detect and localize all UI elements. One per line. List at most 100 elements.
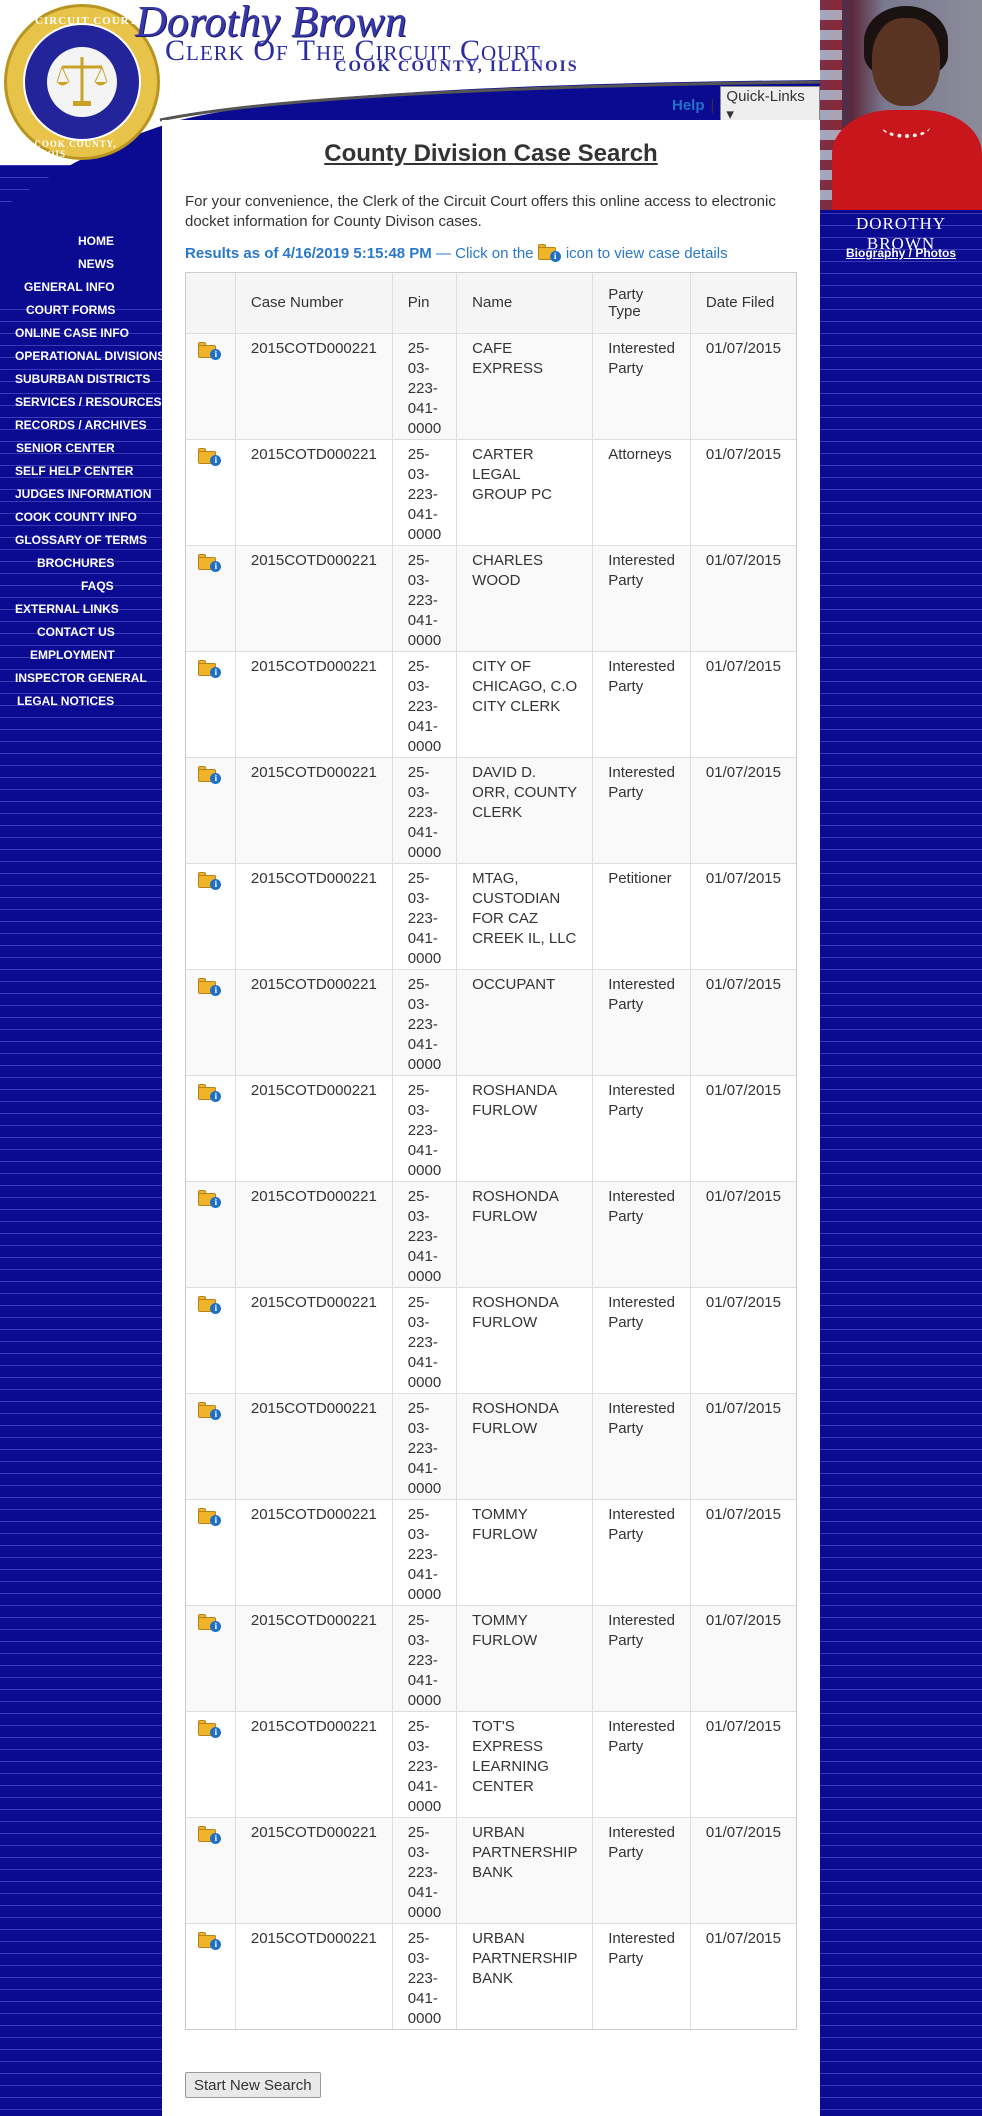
pin-cell: 25- 03- 223- 041- 0000 bbox=[391, 756, 457, 863]
nav-cook-county-info[interactable]: COOK COUNTY INFO bbox=[0, 506, 162, 529]
official-photo bbox=[820, 0, 982, 210]
folder-info-icon[interactable]: i bbox=[198, 1931, 222, 1950]
date-filed-cell: 01/07/2015 bbox=[689, 756, 796, 863]
nav-employment[interactable]: EMPLOYMENT bbox=[0, 644, 162, 667]
page-title: County Division Case Search bbox=[324, 140, 658, 167]
link-separator: | bbox=[710, 97, 715, 114]
pin-cell: 25- 03- 223- 041- 0000 bbox=[391, 1286, 457, 1393]
name-cell: TOMMY FURLOW bbox=[456, 1604, 593, 1711]
header-name[interactable]: Name bbox=[456, 273, 593, 334]
header-date-filed[interactable]: Date Filed bbox=[689, 273, 796, 334]
case-details-cell: i bbox=[186, 438, 236, 545]
nav-court-forms[interactable]: COURT FORMS bbox=[0, 299, 162, 322]
case-details-cell: i bbox=[186, 1180, 236, 1287]
case-number-cell: 2015COTD000221 bbox=[234, 1710, 393, 1817]
case-number-cell: 2015COTD000221 bbox=[234, 1816, 393, 1923]
date-filed-cell: 01/07/2015 bbox=[689, 438, 796, 545]
name-cell: URBAN PARTNERSHIP BANK bbox=[456, 1816, 593, 1923]
folder-info-icon[interactable]: i bbox=[198, 1825, 222, 1844]
nav-services-resources[interactable]: SERVICES / RESOURCES bbox=[0, 391, 162, 414]
case-details-cell: i bbox=[186, 756, 236, 863]
folder-info-icon[interactable]: i bbox=[198, 1189, 222, 1208]
case-number-cell: 2015COTD000221 bbox=[234, 968, 393, 1075]
name-cell: TOMMY FURLOW bbox=[456, 1498, 593, 1605]
nav-online-case-info[interactable]: ONLINE CASE INFO bbox=[0, 322, 162, 345]
table-row: i 2015COTD000221 25- 03- 223- 041- 0000 ROSHOND… bbox=[186, 1286, 796, 1393]
header-party-type[interactable]: Party Type bbox=[592, 273, 691, 334]
folder-info-icon[interactable]: i bbox=[198, 341, 222, 360]
nav-general-info[interactable]: GENERAL INFO bbox=[0, 276, 162, 299]
results-table-container: Case Number Pin Name Party Type Date Fil… bbox=[185, 272, 797, 2030]
nav-faqs[interactable]: FAQS bbox=[0, 575, 162, 598]
folder-info-icon[interactable]: i bbox=[198, 659, 222, 678]
header-pin[interactable]: Pin bbox=[391, 273, 457, 334]
nav-contact-us[interactable]: CONTACT US bbox=[0, 621, 162, 644]
case-details-cell: i bbox=[186, 650, 236, 757]
party-type-cell: Interested Party bbox=[592, 544, 691, 651]
name-cell: TOT'S EXPRESS LEARNING CENTER bbox=[456, 1710, 593, 1817]
pin-cell: 25- 03- 223- 041- 0000 bbox=[391, 544, 457, 651]
name-cell: DAVID D. ORR, COUNTY CLERK bbox=[456, 756, 593, 863]
case-details-cell: i bbox=[186, 1816, 236, 1923]
date-filed-cell: 01/07/2015 bbox=[689, 650, 796, 757]
name-cell: OCCUPANT bbox=[456, 968, 593, 1075]
name-cell: MTAG, CUSTODIAN FOR CAZ CREEK IL, LLC bbox=[456, 862, 593, 969]
left-nav: HOME NEWS GENERAL INFO COURT FORMS ONLIN… bbox=[0, 230, 165, 713]
case-details-cell: i bbox=[186, 1392, 236, 1499]
start-new-search-button[interactable]: Start New Search bbox=[185, 2072, 321, 2098]
folder-info-icon[interactable]: i bbox=[198, 1295, 222, 1314]
nav-inspector-general[interactable]: INSPECTOR GENERAL bbox=[0, 667, 162, 690]
folder-info-icon[interactable]: i bbox=[198, 1507, 222, 1526]
folder-info-icon[interactable]: i bbox=[198, 553, 222, 572]
pin-cell: 25- 03- 223- 041- 0000 bbox=[391, 1392, 457, 1499]
pin-cell: 25- 03- 223- 041- 0000 bbox=[391, 1604, 457, 1711]
folder-info-icon[interactable]: i bbox=[198, 1083, 222, 1102]
case-number-cell: 2015COTD000221 bbox=[234, 1286, 393, 1393]
biography-photos-link[interactable]: Biography / Photos bbox=[820, 246, 982, 260]
folder-info-icon[interactable]: i bbox=[198, 1401, 222, 1420]
nav-records-archives[interactable]: RECORDS / ARCHIVES bbox=[0, 414, 162, 437]
name-cell: CITY OF CHICAGO, C.O CITY CLERK bbox=[456, 650, 593, 757]
header-icon-col bbox=[186, 273, 236, 334]
party-type-cell: Interested Party bbox=[592, 1816, 691, 1923]
folder-info-icon[interactable]: i bbox=[198, 447, 222, 466]
seal-ring bbox=[23, 23, 141, 141]
results-table: Case Number Pin Name Party Type Date Fil… bbox=[186, 273, 796, 2029]
pin-cell: 25- 03- 223- 041- 0000 bbox=[391, 1816, 457, 1923]
case-number-cell: 2015COTD000221 bbox=[234, 1498, 393, 1605]
nav-brochures[interactable]: BROCHURES bbox=[0, 552, 162, 575]
case-details-cell: i bbox=[186, 968, 236, 1075]
results-line: Results as of 4/16/2019 5:15:48 PM — Cli… bbox=[185, 244, 805, 262]
case-number-cell: 2015COTD000221 bbox=[234, 438, 393, 545]
nav-self-help-center[interactable]: SELF HELP CENTER bbox=[0, 460, 162, 483]
nav-suburban-districts[interactable]: SUBURBAN DISTRICTS bbox=[0, 368, 162, 391]
county-title: COOK COUNTY, ILLINOIS bbox=[335, 58, 579, 75]
folder-info-icon[interactable]: i bbox=[198, 1613, 222, 1632]
photo-pearls bbox=[882, 116, 930, 138]
date-filed-cell: 01/07/2015 bbox=[689, 1392, 796, 1499]
nav-glossary-of-terms[interactable]: GLOSSARY OF TERMS bbox=[0, 529, 162, 552]
party-type-cell: Interested Party bbox=[592, 1286, 691, 1393]
header-case-number[interactable]: Case Number bbox=[234, 273, 393, 334]
folder-info-icon[interactable]: i bbox=[198, 871, 222, 890]
name-cell: ROSHONDA FURLOW bbox=[456, 1286, 593, 1393]
pin-cell: 25- 03- 223- 041- 0000 bbox=[391, 862, 457, 969]
date-filed-cell: 01/07/2015 bbox=[689, 1074, 796, 1181]
nav-judges-information[interactable]: JUDGES INFORMATION bbox=[0, 483, 162, 506]
table-row: i 2015COTD000221 25- 03- 223- 041- 0000 ROSHOND… bbox=[186, 1180, 796, 1287]
nav-legal-notices[interactable]: LEGAL NOTICES bbox=[0, 690, 162, 713]
table-header-row: Case Number Pin Name Party Type Date Fil… bbox=[186, 273, 796, 334]
party-type-cell: Interested Party bbox=[592, 1392, 691, 1499]
nav-home[interactable]: HOME bbox=[0, 230, 162, 253]
nav-external-links[interactable]: EXTERNAL LINKS bbox=[0, 598, 162, 621]
folder-info-icon[interactable]: i bbox=[198, 1719, 222, 1738]
table-row: i 2015COTD000221 25- 03- 223- 041- 0000 OCCUPAN… bbox=[186, 968, 796, 1075]
pin-cell: 25- 03- 223- 041- 0000 bbox=[391, 1922, 457, 2029]
nav-senior-center[interactable]: SENIOR CENTER bbox=[0, 437, 162, 460]
folder-info-icon[interactable]: i bbox=[198, 765, 222, 784]
nav-operational-divisions[interactable]: OPERATIONAL DIVISIONS bbox=[0, 345, 165, 368]
case-details-cell: i bbox=[186, 1922, 236, 2029]
nav-news[interactable]: NEWS bbox=[0, 253, 162, 276]
folder-info-icon[interactable]: i bbox=[198, 977, 222, 996]
help-link[interactable]: Help bbox=[672, 97, 705, 114]
